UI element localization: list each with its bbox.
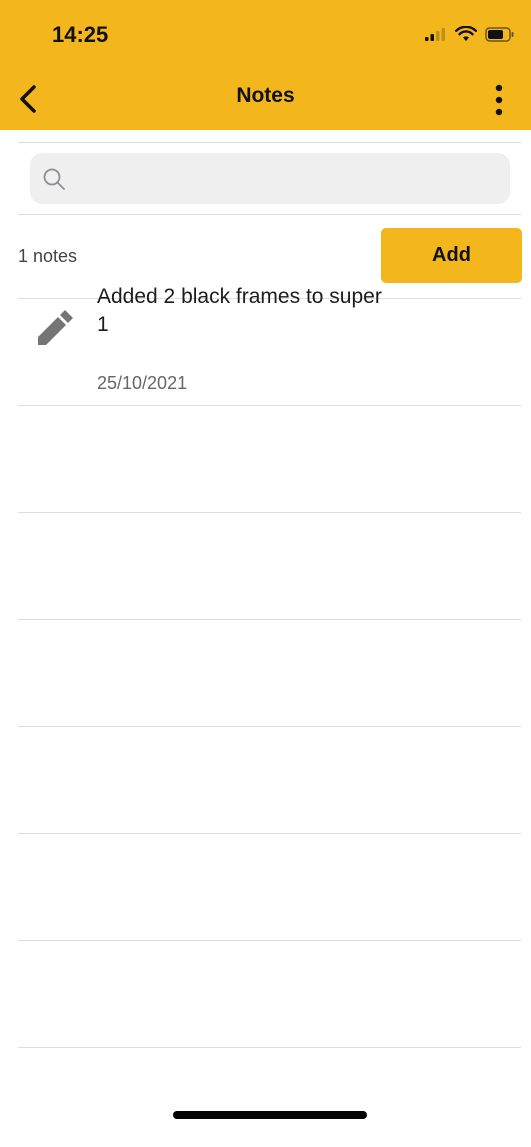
divider xyxy=(18,512,521,513)
note-text: Added 2 black frames to super 1 xyxy=(97,285,382,336)
battery-icon xyxy=(485,26,514,42)
divider xyxy=(18,142,521,143)
note-date: 25/10/2021 xyxy=(97,373,188,393)
divider xyxy=(18,619,521,620)
notes-count: 1 notes xyxy=(18,246,78,266)
divider xyxy=(18,726,521,727)
status-icons xyxy=(425,26,515,42)
divider xyxy=(18,214,521,215)
add-note-button[interactable]: Add xyxy=(381,228,522,283)
app-header: 14:25 Notes xyxy=(0,0,531,130)
search-input[interactable] xyxy=(78,153,502,206)
more-options-icon[interactable] xyxy=(491,82,507,118)
page-title: Notes xyxy=(236,84,295,107)
search-icon xyxy=(43,168,65,190)
status-time: 14:25 xyxy=(52,22,109,47)
wifi-icon xyxy=(455,26,477,41)
divider xyxy=(18,405,521,406)
pencil-icon xyxy=(38,310,73,345)
signal-icon xyxy=(425,28,445,41)
divider xyxy=(18,833,521,834)
home-indicator[interactable] xyxy=(173,1111,367,1119)
divider xyxy=(18,1047,521,1048)
search-bar[interactable] xyxy=(30,153,510,206)
divider xyxy=(18,940,521,941)
